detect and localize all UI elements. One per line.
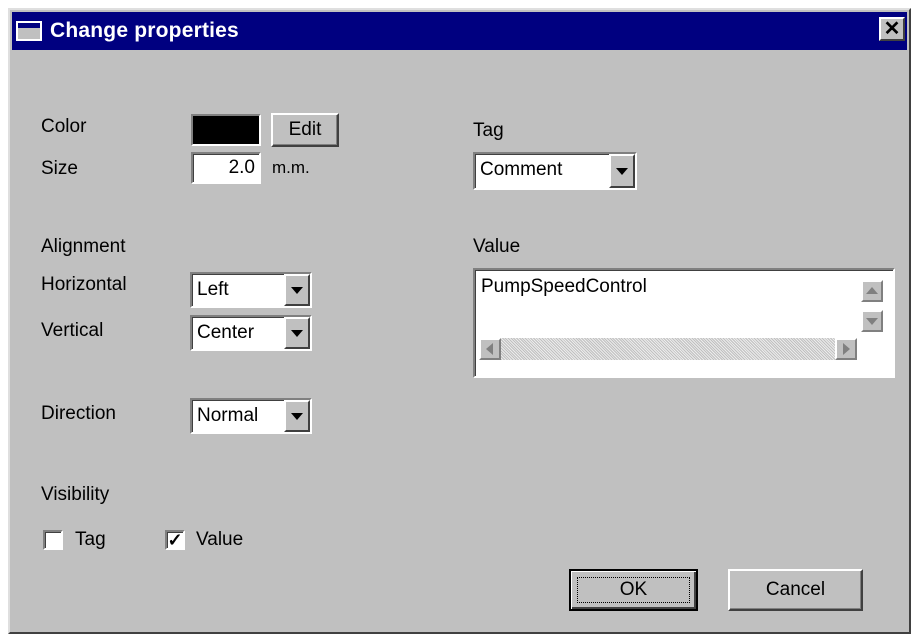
size-unit-label: m.m. (272, 158, 310, 177)
focus-ring (577, 577, 690, 603)
color-label: Color (41, 116, 87, 137)
chevron-down-icon[interactable] (284, 274, 310, 306)
horizontal-label: Horizontal (41, 274, 127, 295)
tag-value: Comment (480, 159, 563, 180)
scroll-down-icon[interactable] (861, 310, 883, 332)
vertical-select[interactable]: Center (190, 315, 312, 351)
title-bar[interactable]: Change properties ✕ (12, 12, 907, 50)
value-text: PumpSpeedControl (481, 276, 647, 297)
vertical-value: Center (197, 322, 255, 343)
color-swatch (191, 114, 261, 146)
visibility-tag-label[interactable]: Tag (75, 529, 106, 551)
close-button[interactable]: ✕ (879, 17, 905, 41)
scroll-right-icon[interactable] (835, 338, 857, 360)
visibility-label: Visibility (41, 484, 110, 505)
visibility-value-checkbox[interactable]: ✓ (165, 530, 185, 550)
dialog-title: Change properties (50, 19, 239, 42)
direction-label: Direction (41, 403, 116, 424)
value-label: Value (473, 236, 521, 257)
horizontal-value: Left (197, 279, 229, 300)
cancel-button[interactable]: Cancel (728, 569, 863, 611)
close-icon: ✕ (883, 18, 901, 40)
chevron-down-icon[interactable] (609, 154, 635, 188)
visibility-tag-checkbox[interactable] (43, 530, 63, 550)
value-textarea[interactable]: PumpSpeedControl (473, 268, 895, 378)
window-icon (16, 21, 42, 41)
edit-color-button[interactable]: Edit (271, 113, 339, 147)
change-properties-dialog: Change properties ✕ Color Edit Size 2.0 … (8, 8, 911, 634)
chevron-down-icon[interactable] (284, 400, 310, 432)
vertical-label: Vertical (41, 320, 104, 341)
alignment-label: Alignment (41, 236, 126, 257)
size-input[interactable]: 2.0 (191, 152, 261, 184)
horizontal-scrollbar-track[interactable] (501, 338, 845, 360)
size-label: Size (41, 158, 78, 179)
scroll-up-icon[interactable] (861, 280, 883, 302)
tag-select[interactable]: Comment (473, 152, 637, 190)
direction-value: Normal (197, 405, 259, 426)
visibility-value-label[interactable]: Value (196, 529, 243, 551)
horizontal-select[interactable]: Left (190, 272, 312, 308)
chevron-down-icon[interactable] (284, 317, 310, 349)
tag-label: Tag (473, 120, 504, 141)
ok-button[interactable]: OK (569, 569, 698, 611)
direction-select[interactable]: Normal (190, 398, 312, 434)
scroll-left-icon[interactable] (479, 338, 501, 360)
